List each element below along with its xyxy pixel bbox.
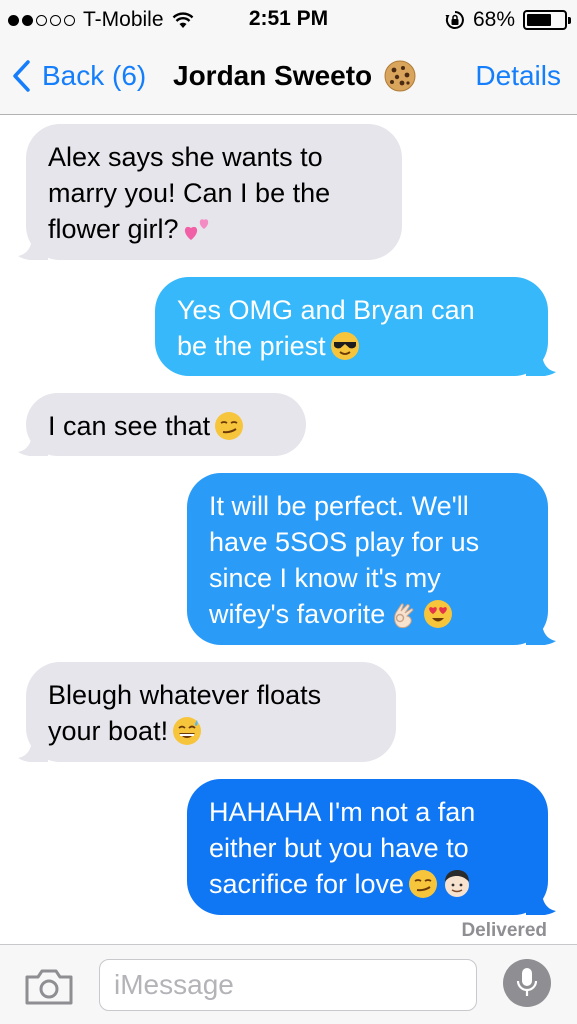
- bubble-tail: [526, 352, 556, 376]
- cookie-icon: [384, 60, 416, 92]
- camera-icon[interactable]: [24, 967, 74, 1007]
- smirk-emoji: [409, 870, 438, 898]
- battery-area: 68%: [445, 8, 571, 32]
- message-bubble-incoming[interactable]: Alex says she wants to marry you! Can I …: [18, 124, 402, 260]
- battery-tip: [568, 17, 571, 24]
- chevron-left-icon: [13, 60, 30, 92]
- heart-eyes-emoji: [424, 600, 453, 628]
- battery-percent: 68%: [472, 8, 515, 31]
- message-text: It will be perfect. We'll have 5SOS play…: [209, 491, 480, 629]
- delivered-label: Delivered: [461, 920, 547, 941]
- message-text: HAHAHA I'm not a fan either but you have…: [209, 797, 476, 899]
- bubble-tail: [18, 738, 48, 762]
- man-face-emoji: [445, 870, 470, 897]
- microphone-icon: [516, 968, 538, 996]
- details-button[interactable]: Details: [475, 56, 561, 96]
- ok-hand-emoji: [394, 603, 414, 629]
- rotation-lock-icon: [445, 11, 464, 29]
- message-bubble-incoming[interactable]: I can see that: [18, 393, 306, 456]
- microphone-button[interactable]: [503, 959, 551, 1007]
- message-bubble-outgoing[interactable]: Yes OMG and Bryan can be the priest: [155, 277, 556, 376]
- battery-fill: [527, 14, 552, 26]
- compose-bar: [0, 944, 577, 1024]
- back-label: Back (6): [42, 60, 147, 91]
- message-bubble-outgoing[interactable]: HAHAHA I'm not a fan either but you have…: [187, 779, 556, 915]
- bubble-tail: [18, 432, 48, 456]
- back-button[interactable]: Back (6): [12, 56, 146, 96]
- nav-bar: Back (6) Jordan Sweeto Details: [0, 40, 577, 115]
- sunglasses-emoji: [330, 332, 359, 360]
- message-thread[interactable]: Alex says she wants to marry you! Can I …: [0, 116, 577, 944]
- smirk-emoji: [215, 412, 244, 440]
- message-input[interactable]: [99, 959, 477, 1011]
- battery-icon: [523, 10, 571, 30]
- bubble-tail: [526, 891, 556, 915]
- status-bar: T-Mobile 2:51 PM 68%: [0, 0, 577, 40]
- message-text: I can see that: [48, 408, 286, 444]
- message-bubble-outgoing[interactable]: It will be perfect. We'll have 5SOS play…: [187, 473, 556, 645]
- sweat-smile-emoji: [173, 717, 202, 745]
- message-text: Yes OMG and Bryan can be the priest: [177, 295, 475, 361]
- message-bubble-incoming[interactable]: Bleugh whatever floats your boat!: [18, 662, 396, 762]
- contact-title: Jordan Sweeto: [173, 56, 416, 96]
- bubble-tail: [18, 236, 48, 260]
- bubble-tail: [526, 621, 556, 645]
- contact-name: Jordan Sweeto: [173, 60, 373, 91]
- message-text: Alex says she wants to marry you! Can I …: [48, 142, 331, 244]
- two-hearts-emoji: [184, 219, 208, 240]
- message-text: Bleugh whatever floats your boat!: [48, 680, 322, 746]
